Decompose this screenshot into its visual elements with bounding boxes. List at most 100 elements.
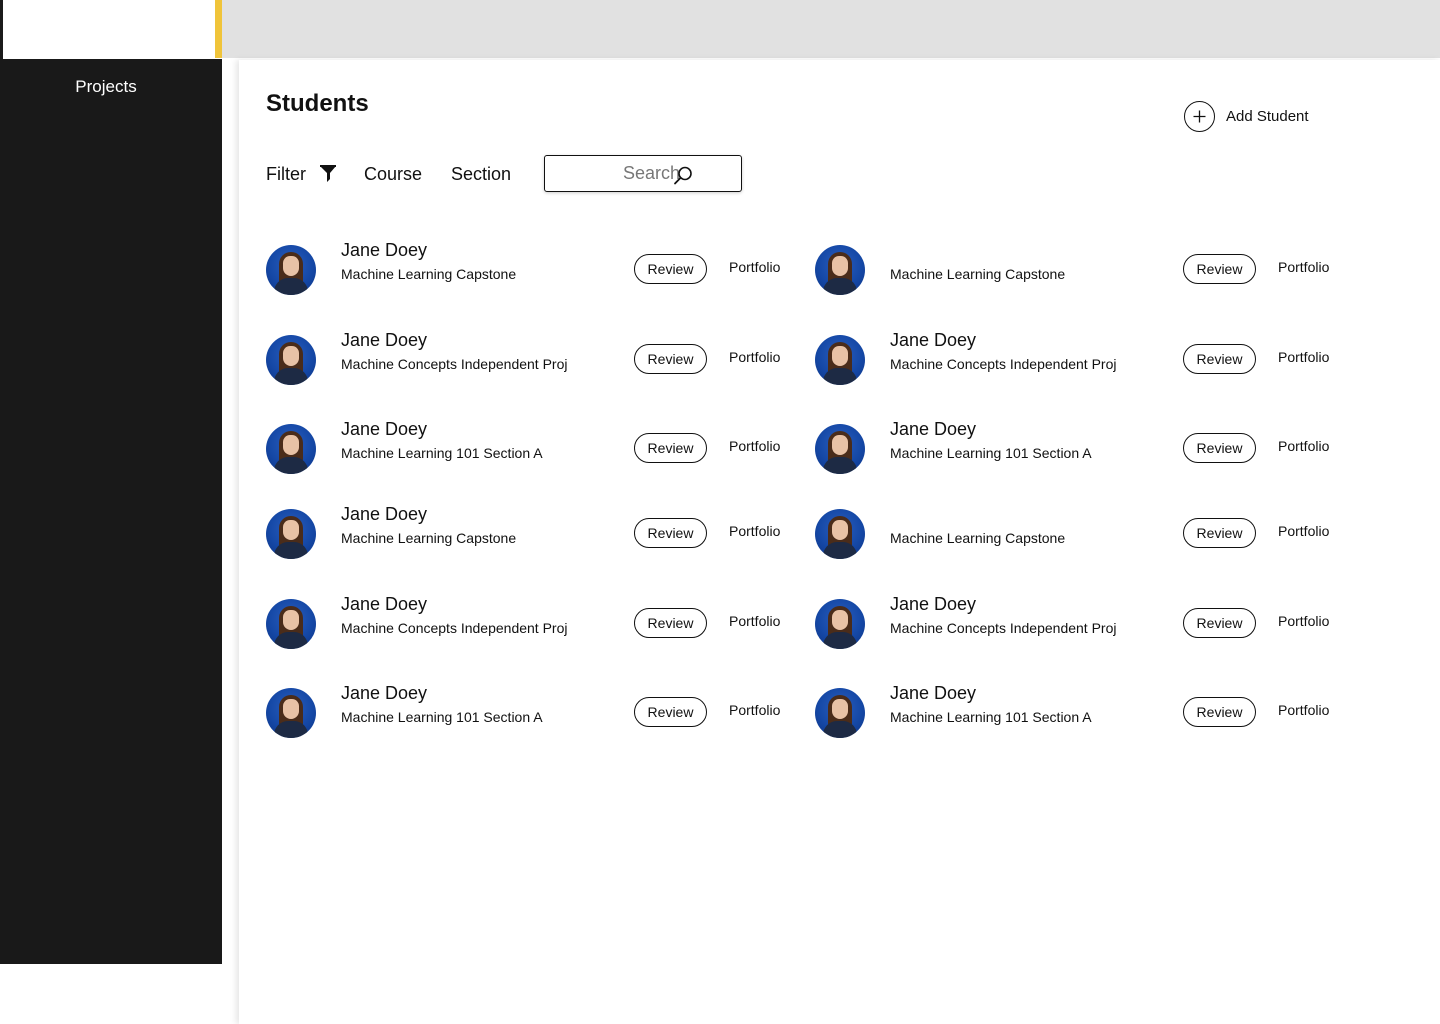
student-course: Machine Learning 101 Section A (890, 709, 1092, 725)
student-name: Jane Doey (341, 683, 428, 703)
student-card: Jane Doey Machine Learning 101 Section A R… (815, 683, 1335, 748)
avatar (266, 599, 316, 649)
student-name: Jane Doey (890, 594, 977, 614)
student-card: Jane Doey Machine Concepts Independent Pr… (266, 330, 786, 395)
portfolio-link[interactable]: Portfolio (1278, 438, 1329, 454)
avatar (815, 688, 865, 738)
review-button[interactable]: Review (634, 433, 707, 463)
avatar-face (283, 435, 299, 455)
student-name: Jane Doey (341, 504, 428, 524)
student-card: Jane Doey Machine Learning 101 Section A R… (266, 683, 786, 748)
student-grid: Jane Doey Machine Learning Capstone Review… (266, 60, 1406, 1024)
student-card: Jane Doey Machine Learning Capstone Review… (266, 240, 786, 305)
accent-bar (215, 0, 222, 58)
portfolio-link[interactable]: Portfolio (729, 438, 780, 454)
student-card: Jane Doey Machine Concepts Independent Pr… (815, 330, 1335, 395)
avatar-face (283, 610, 299, 630)
avatar-body (823, 721, 857, 738)
avatar-body (274, 721, 308, 738)
student-course: Machine Learning Capstone (890, 266, 1066, 282)
review-button[interactable]: Review (1183, 518, 1256, 548)
avatar-body (823, 278, 857, 295)
avatar-body (823, 632, 857, 649)
student-course: Machine Learning Capstone (341, 266, 517, 282)
review-button[interactable]: Review (1183, 344, 1256, 374)
review-button[interactable]: Review (1183, 697, 1256, 727)
review-button[interactable]: Review (1183, 254, 1256, 284)
student-course: Machine Learning 101 Section A (341, 445, 543, 461)
portfolio-link[interactable]: Portfolio (1278, 259, 1329, 275)
avatar-body (823, 542, 857, 559)
review-button[interactable]: Review (634, 254, 707, 284)
avatar-face (283, 346, 299, 366)
avatar-body (274, 457, 308, 474)
portfolio-link[interactable]: Portfolio (729, 259, 780, 275)
student-card: Machine Learning Capstone Review Portfolio (815, 509, 1335, 569)
avatar-body (823, 457, 857, 474)
avatar-face (832, 520, 848, 540)
avatar (815, 424, 865, 474)
avatar (266, 509, 316, 559)
student-course: Machine Learning Capstone (341, 530, 517, 546)
avatar-face (283, 256, 299, 276)
student-card: Jane Doey Machine Concepts Independent Pr… (815, 594, 1335, 659)
review-button[interactable]: Review (634, 608, 707, 638)
portfolio-link[interactable]: Portfolio (1278, 702, 1329, 718)
student-card: Jane Doey Machine Learning 101 Section A R… (266, 419, 786, 484)
student-name: Jane Doey (890, 419, 977, 439)
main-panel: Students Add Student Filter Course Secti… (239, 60, 1440, 1024)
portfolio-link[interactable]: Portfolio (729, 523, 780, 539)
student-course: Machine Concepts Independent Proj (890, 356, 1117, 372)
review-button[interactable]: Review (634, 697, 707, 727)
logo-area (0, 0, 222, 59)
avatar-face (283, 699, 299, 719)
avatar-body (274, 278, 308, 295)
portfolio-link[interactable]: Portfolio (1278, 349, 1329, 365)
student-name: Jane Doey (890, 683, 977, 703)
avatar (266, 335, 316, 385)
avatar-body (823, 368, 857, 385)
student-name: Jane Doey (341, 419, 428, 439)
review-button[interactable]: Review (634, 344, 707, 374)
review-button[interactable]: Review (634, 518, 707, 548)
avatar (815, 509, 865, 559)
student-name: Jane Doey (890, 330, 977, 350)
student-card: Jane Doey Machine Concepts Independent Pr… (266, 594, 786, 659)
avatar-body (274, 632, 308, 649)
student-course: Machine Learning 101 Section A (890, 445, 1092, 461)
avatar (815, 245, 865, 295)
student-name: Jane Doey (341, 594, 428, 614)
avatar (815, 335, 865, 385)
top-bar (222, 0, 1440, 58)
avatar (266, 245, 316, 295)
avatar-face (832, 699, 848, 719)
student-card: Jane Doey Machine Learning Capstone Review… (266, 504, 786, 569)
avatar-face (832, 435, 848, 455)
portfolio-link[interactable]: Portfolio (1278, 613, 1329, 629)
student-course: Machine Concepts Independent Proj (890, 620, 1117, 636)
sidebar: Projects (0, 59, 222, 964)
student-course: Machine Learning Capstone (890, 530, 1066, 546)
review-button[interactable]: Review (1183, 608, 1256, 638)
student-card: Machine Learning Capstone Review Portfolio (815, 245, 1335, 305)
portfolio-link[interactable]: Portfolio (729, 702, 780, 718)
student-card: Jane Doey Machine Learning 101 Section A R… (815, 419, 1335, 484)
avatar (815, 599, 865, 649)
avatar-face (832, 256, 848, 276)
avatar-face (832, 346, 848, 366)
portfolio-link[interactable]: Portfolio (729, 613, 780, 629)
avatar-face (283, 520, 299, 540)
student-course: Machine Concepts Independent Proj (341, 356, 568, 372)
avatar-body (274, 368, 308, 385)
student-name: Jane Doey (341, 240, 428, 260)
sidebar-item-projects[interactable]: Projects (0, 77, 212, 97)
portfolio-link[interactable]: Portfolio (729, 349, 780, 365)
review-button[interactable]: Review (1183, 433, 1256, 463)
avatar (266, 424, 316, 474)
portfolio-link[interactable]: Portfolio (1278, 523, 1329, 539)
student-name: Jane Doey (341, 330, 428, 350)
student-course: Machine Concepts Independent Proj (341, 620, 568, 636)
avatar-face (832, 610, 848, 630)
avatar-body (274, 542, 308, 559)
avatar (266, 688, 316, 738)
